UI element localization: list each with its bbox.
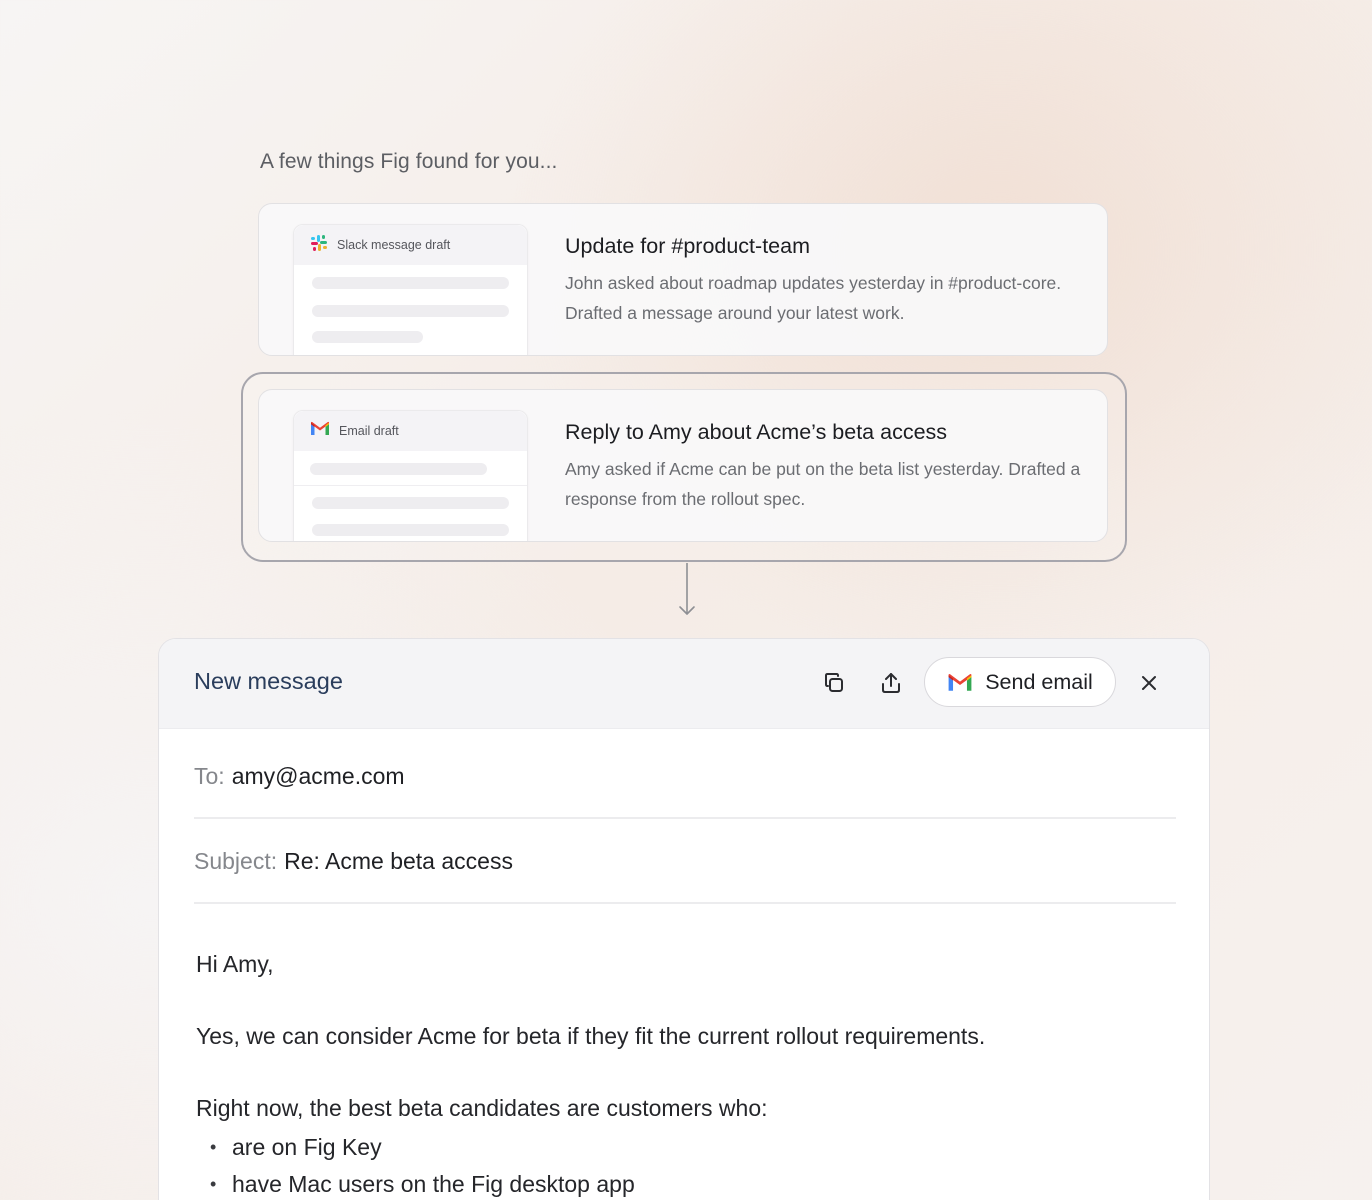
placeholder-line: [312, 331, 423, 343]
to-label: To:: [194, 762, 225, 789]
bullet-icon: •: [210, 1174, 217, 1194]
preview-header: Email draft: [294, 411, 527, 451]
to-value: amy@acme.com: [231, 762, 405, 789]
list-item-text: are on Fig Key: [232, 1134, 382, 1160]
email-draft-preview: Email draft: [293, 410, 528, 541]
copy-button[interactable]: [816, 665, 852, 701]
divider: [294, 485, 527, 486]
close-button[interactable]: [1131, 665, 1167, 701]
placeholder-line: [312, 277, 509, 289]
preview-label: Email draft: [339, 424, 399, 438]
gmail-icon: [310, 421, 330, 441]
intro-text: A few things Fig found for you...: [260, 150, 558, 173]
send-email-label: Send email: [985, 669, 1093, 694]
to-field[interactable]: To: amy@acme.com: [194, 735, 1176, 819]
copy-icon: [825, 673, 843, 692]
share-button[interactable]: [873, 665, 909, 701]
list-item: • have Mac users on the Fig desktop app: [196, 1166, 635, 1200]
suggestion-description: John asked about roadmap updates yesterd…: [565, 273, 1062, 323]
placeholder-line: [312, 497, 509, 509]
gmail-icon: [948, 673, 972, 691]
subject-field[interactable]: Subject: Re: Acme beta access: [194, 820, 1176, 904]
subject-label: Subject:: [194, 847, 278, 874]
suggestion-description: Amy asked if Acme can be put on the beta…: [565, 459, 1081, 509]
slack-icon: [310, 234, 328, 257]
compose-title: New message: [194, 668, 343, 694]
placeholder-line: [310, 463, 487, 475]
compose-header: New message Send email: [159, 639, 1209, 729]
send-email-button[interactable]: Send email: [924, 657, 1116, 707]
subject-value: Re: Acme beta access: [284, 847, 513, 874]
bullet-icon: •: [210, 1137, 217, 1157]
placeholder-line: [312, 305, 509, 317]
slack-draft-preview: Slack message draft: [293, 224, 528, 355]
placeholder-line: [312, 524, 509, 536]
email-compose-window: New message Send email To: amy@acme.com …: [158, 638, 1210, 1200]
email-body-bullet-list[interactable]: • are on Fig Key • have Mac users on the…: [196, 1129, 635, 1200]
email-body-paragraph[interactable]: Yes, we can consider Acme for beta if th…: [196, 1023, 1156, 1050]
close-icon: [1142, 676, 1156, 690]
preview-header: Slack message draft: [294, 225, 527, 265]
preview-label: Slack message draft: [337, 238, 451, 252]
arrow-down-icon: [679, 563, 695, 615]
suggestion-title: Update for #product-team: [565, 234, 810, 258]
suggestion-title: Reply to Amy about Acme’s beta access: [565, 420, 948, 444]
suggestion-card-email[interactable]: Email draft Reply to Amy about Acme’s be…: [258, 389, 1108, 542]
share-icon: [882, 673, 900, 693]
suggestion-card-slack[interactable]: Slack message draft Update for #product-…: [258, 203, 1108, 356]
list-item: • are on Fig Key: [196, 1129, 635, 1166]
email-body-paragraph[interactable]: Right now, the best beta candidates are …: [196, 1095, 1156, 1122]
list-item-text: have Mac users on the Fig desktop app: [232, 1171, 635, 1197]
email-body-greeting[interactable]: Hi Amy,: [196, 951, 1156, 978]
